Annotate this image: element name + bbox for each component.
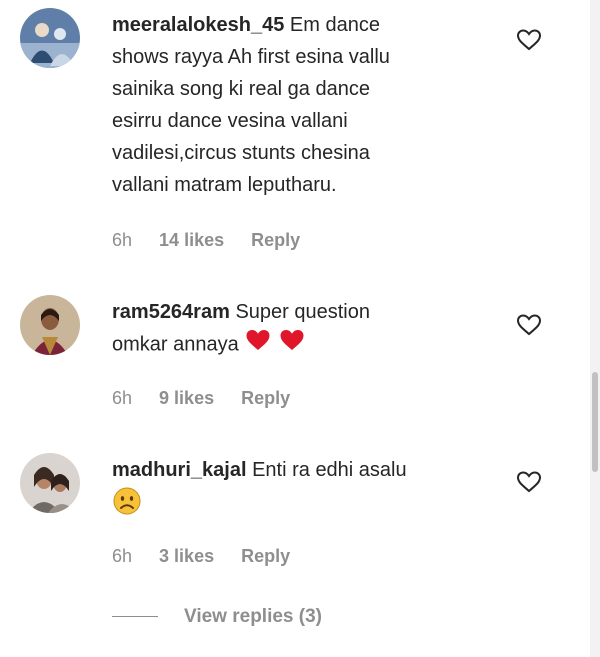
comment-item: meeralalokesh_45 Em dance shows rayya Ah… <box>0 0 584 280</box>
comment-time[interactable]: 6h <box>112 546 132 566</box>
comment-text-line: sainika song ki real ga dance <box>112 78 370 100</box>
comment-text-line: vadilesi,circus stunts chesina <box>112 142 370 164</box>
heart-outline-icon[interactable] <box>516 313 542 337</box>
comment-text: meeralalokesh_45 Em dance shows rayya Ah… <box>112 9 512 201</box>
avatar[interactable] <box>20 453 80 513</box>
comment-likes[interactable]: 14 likes <box>159 230 224 250</box>
comment-username[interactable]: ram5264ram <box>112 301 230 323</box>
comment-text-line: shows rayya Ah first esina vallu <box>112 46 390 68</box>
comment-meta: 6h 9 likes Reply <box>112 388 312 409</box>
comment-meta: 6h 14 likes Reply <box>112 230 322 251</box>
reply-button[interactable]: Reply <box>241 388 290 408</box>
comment-text-line: vallani matram leputharu. <box>112 174 337 196</box>
comment-item: madhuri_kajal Enti ra edhi asalu 6h 3 li… <box>0 440 584 590</box>
avatar[interactable] <box>20 8 80 68</box>
heart-outline-icon[interactable] <box>516 470 542 494</box>
red-heart-icon <box>278 328 306 362</box>
view-replies-divider <box>112 616 158 618</box>
comment-time[interactable]: 6h <box>112 388 132 408</box>
comment-username[interactable]: madhuri_kajal <box>112 459 247 481</box>
comment-likes[interactable]: 9 likes <box>159 388 214 408</box>
comment-text: ram5264ram Super question omkar annaya <box>112 296 512 362</box>
comment-item: ram5264ram Super question omkar annaya 6… <box>0 280 584 440</box>
comment-meta: 6h 3 likes Reply <box>112 546 312 567</box>
reply-button[interactable]: Reply <box>251 230 300 250</box>
scrollbar[interactable] <box>590 0 600 657</box>
heart-outline-icon[interactable] <box>516 28 542 52</box>
comment-text-line: Em dance <box>289 14 380 36</box>
avatar[interactable] <box>20 295 80 355</box>
disappointed-face-icon <box>112 486 142 526</box>
comment-text-line: esirru dance vesina vallani <box>112 110 348 132</box>
comment-likes[interactable]: 3 likes <box>159 546 214 566</box>
view-replies-button[interactable]: View replies (3) <box>112 606 322 628</box>
comment-text-line: omkar annaya <box>112 333 239 356</box>
red-heart-icon <box>244 328 272 362</box>
comment-text-line: Super question <box>235 301 370 323</box>
comment-username[interactable]: meeralalokesh_45 <box>112 14 284 36</box>
comment-text: madhuri_kajal Enti ra edhi asalu <box>112 454 512 526</box>
comment-time[interactable]: 6h <box>112 230 132 250</box>
comment-text-line: Enti ra edhi asalu <box>252 459 407 481</box>
reply-button[interactable]: Reply <box>241 546 290 566</box>
view-replies-label: View replies (3) <box>184 606 322 627</box>
scrollbar-thumb[interactable] <box>592 372 598 472</box>
